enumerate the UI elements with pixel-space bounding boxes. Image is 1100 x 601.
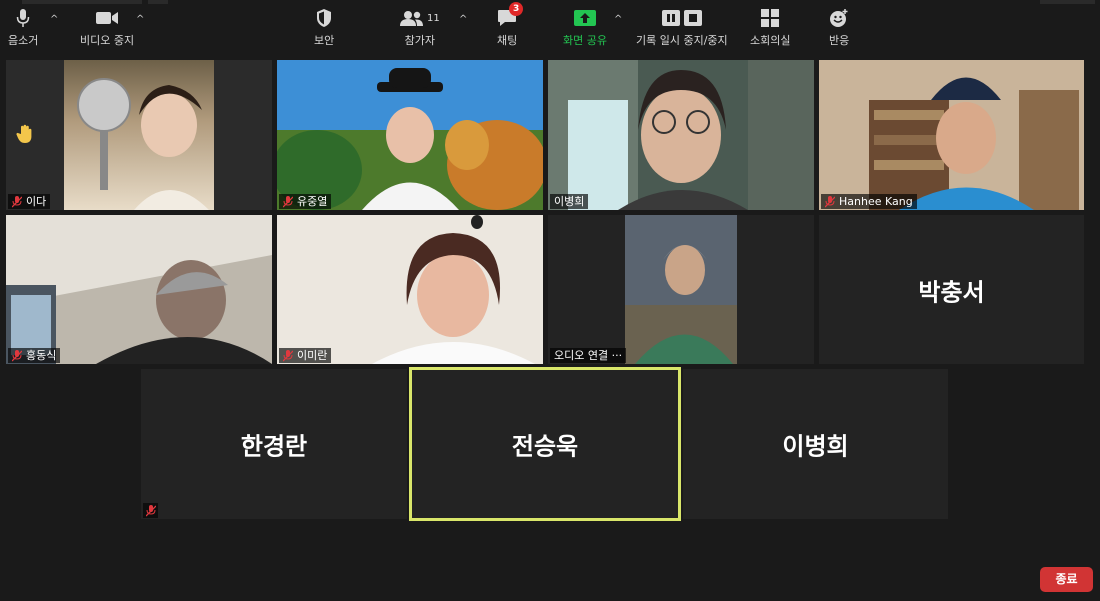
participants-count: 11 <box>427 12 440 24</box>
participant-name: 오디오 연결 ··· <box>554 349 623 362</box>
mic-muted-icon <box>283 195 293 208</box>
mic-muted-icon <box>283 349 293 362</box>
share-label: 화면 공유 <box>563 34 607 47</box>
chat-label: 채팅 <box>497 34 518 47</box>
name-tag: 이병희 <box>550 194 589 209</box>
pause-icon <box>661 10 680 26</box>
top-bar-segment <box>22 0 142 4</box>
breakout-rooms-button[interactable]: 소회의실 <box>750 8 790 48</box>
name-tag: 이다 <box>8 194 51 209</box>
security-label: 보안 <box>314 34 335 47</box>
participant-name: 유중열 <box>297 195 328 208</box>
chat-icon: 3 <box>497 2 524 28</box>
name-tag: 이미란 <box>279 348 332 363</box>
singer-image <box>77 78 209 210</box>
shield-icon <box>315 8 333 28</box>
participants-icon: 11 <box>400 8 440 28</box>
record-pause-stop-button[interactable]: 기록 일시 중지/중지 <box>636 8 728 48</box>
name-tag: 오디오 연결 ··· <box>550 348 627 363</box>
name-tag: Hanhee Kang <box>821 194 917 209</box>
share-options-caret[interactable]: ^ <box>614 14 622 25</box>
video-tile-7[interactable]: 오디오 연결 ··· <box>548 215 814 364</box>
chat-button[interactable]: 3 채팅 <box>497 2 524 48</box>
video-label: 비디오 중지 <box>80 34 135 47</box>
mute-options-caret[interactable]: ^ <box>50 14 58 25</box>
video-tile-10-active-speaker[interactable]: 전승욱 <box>409 367 681 521</box>
share-screen-icon <box>573 8 596 28</box>
meeting-toolbar <box>0 552 1100 601</box>
raised-hand-icon <box>16 124 34 149</box>
top-bar <box>0 0 1100 6</box>
mic-muted-icon <box>143 503 158 518</box>
participant-video <box>6 215 272 364</box>
end-meeting-button[interactable]: 종료 <box>1040 567 1093 592</box>
video-tile-8[interactable]: 박충서 <box>819 215 1084 364</box>
mute-button[interactable]: 음소거 <box>8 8 38 48</box>
stop-video-button[interactable]: 비디오 중지 <box>80 8 134 48</box>
video-tile-2[interactable]: 유중열 <box>277 60 543 210</box>
security-button[interactable]: 보안 <box>314 8 334 48</box>
mic-icon <box>16 8 30 28</box>
mic-muted-icon <box>12 349 22 362</box>
top-bar-segment <box>1040 0 1095 4</box>
participant-name-large: 이병희 <box>782 432 849 461</box>
reactions-button[interactable]: 반응 <box>829 8 849 48</box>
video-tile-5[interactable]: 홍동식 <box>6 215 272 364</box>
name-tag: 유중열 <box>279 194 332 209</box>
video-tile-3[interactable]: 이병희 <box>548 60 814 210</box>
participant-video <box>64 60 214 210</box>
participant-name: Hanhee Kang <box>839 195 913 208</box>
participant-name-large: 한경란 <box>240 432 308 461</box>
reactions-label: 반응 <box>829 34 850 47</box>
video-icon <box>95 8 119 28</box>
chat-badge: 3 <box>509 2 524 16</box>
mute-label: 음소거 <box>8 34 39 47</box>
participant-name-large: 전승욱 <box>511 432 579 461</box>
share-screen-button[interactable]: 화면 공유 <box>563 8 607 48</box>
participant-video <box>277 60 543 210</box>
participant-name: 홍동식 <box>26 349 57 362</box>
participant-video <box>548 60 814 210</box>
participant-video <box>819 60 1084 210</box>
name-tag: 홍동식 <box>8 348 61 363</box>
participant-name: 이미란 <box>297 349 328 362</box>
video-tile-11[interactable]: 이병희 <box>683 369 948 519</box>
video-tile-6[interactable]: 이미란 <box>277 215 543 364</box>
stop-icon <box>683 10 702 26</box>
breakout-grid-icon <box>761 8 780 28</box>
video-tile-9[interactable]: 한경란 <box>141 369 407 519</box>
participant-video <box>277 215 543 364</box>
breakout-label: 소회의실 <box>750 34 791 47</box>
mic-muted-icon <box>12 195 22 208</box>
participant-video <box>625 215 737 364</box>
participants-button[interactable]: 11 참가자 <box>400 8 440 48</box>
top-bar-segment <box>148 0 168 4</box>
video-options-caret[interactable]: ^ <box>136 14 144 25</box>
participants-label: 참가자 <box>404 34 436 47</box>
participant-name: 이병희 <box>554 195 585 208</box>
mic-muted-icon <box>825 195 835 208</box>
record-label: 기록 일시 중지/중지 <box>636 34 728 47</box>
participant-name: 이다 <box>26 195 47 208</box>
record-controls <box>661 8 702 28</box>
video-tile-4[interactable]: Hanhee Kang <box>819 60 1084 210</box>
participants-options-caret[interactable]: ^ <box>459 14 467 25</box>
participant-name-large: 박충서 <box>918 278 985 306</box>
reaction-smile-icon <box>829 8 849 28</box>
video-tile-1[interactable]: 이다 <box>6 60 272 210</box>
